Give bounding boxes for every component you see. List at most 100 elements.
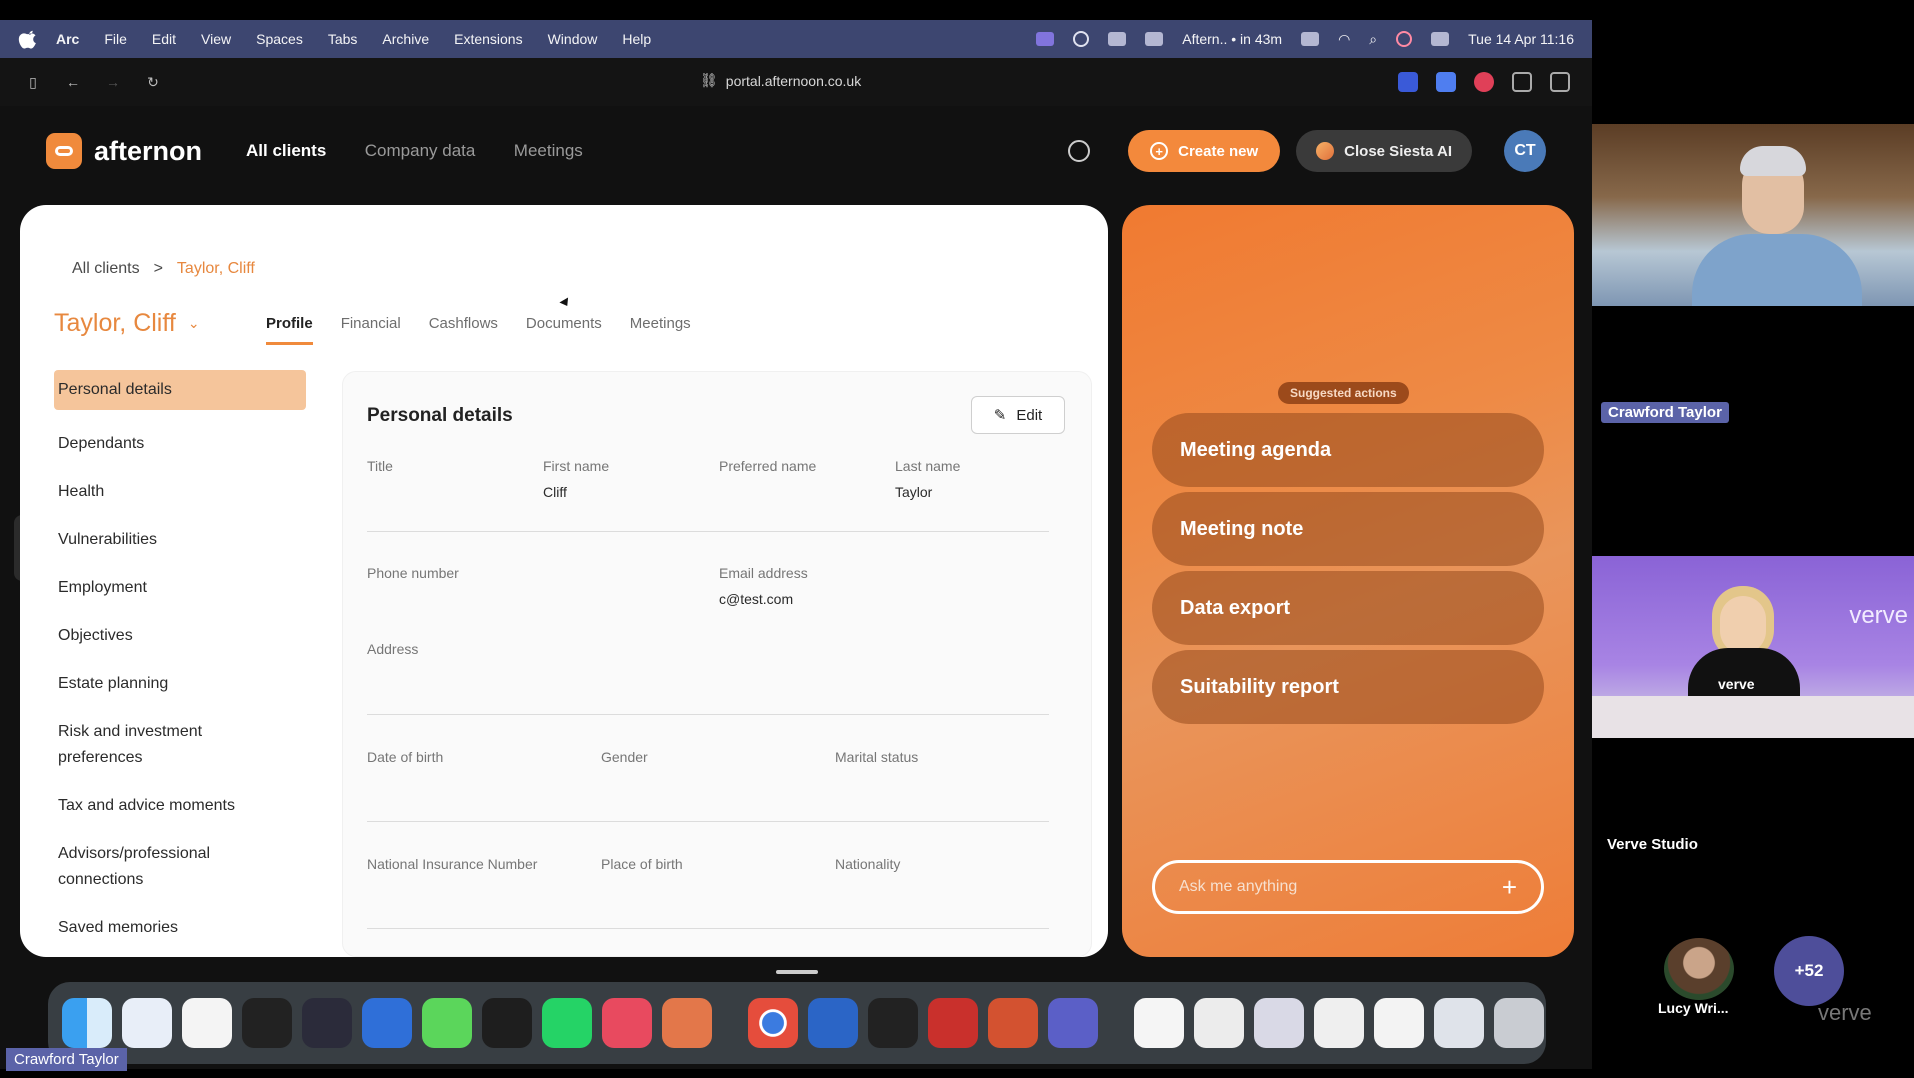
field-phone[interactable]: Phone number — [367, 565, 459, 591]
chatgpt-icon[interactable] — [868, 998, 918, 1048]
sidenav-risk-investment[interactable]: Risk and investment preferences — [54, 710, 244, 780]
word-icon[interactable] — [808, 998, 858, 1048]
menu-tabs[interactable]: Tabs — [328, 31, 358, 47]
menu-edit[interactable]: Edit — [152, 31, 176, 47]
sidenav-estate-planning[interactable]: Estate planning — [54, 662, 306, 706]
breadcrumb-all-clients[interactable]: All clients — [72, 260, 140, 278]
client-name-dropdown[interactable]: Taylor, Cliff ⌄ — [54, 309, 200, 338]
more-participants-badge[interactable]: +52 — [1774, 936, 1844, 1006]
grammarly-icon[interactable] — [1073, 31, 1090, 47]
menu-spaces[interactable]: Spaces — [256, 31, 303, 47]
recent-window-5[interactable] — [1374, 998, 1424, 1048]
trash-icon[interactable] — [1494, 998, 1544, 1048]
forward-arrow-icon[interactable]: → — [102, 71, 124, 93]
chrome-icon[interactable] — [748, 998, 798, 1048]
action-suitability-report[interactable]: Suitability report — [1152, 650, 1544, 724]
extension-list-icon[interactable] — [1512, 72, 1532, 92]
address-bar[interactable]: ⛓ portal.afternoon.co.uk — [700, 72, 861, 89]
participant-video-verve[interactable]: verve verve — [1592, 556, 1914, 738]
plus-icon[interactable]: + — [1502, 872, 1517, 903]
menu-window[interactable]: Window — [548, 31, 598, 47]
finder-icon[interactable] — [62, 998, 112, 1048]
action-meeting-note[interactable]: Meeting note — [1152, 492, 1544, 566]
field-gender[interactable]: Gender — [601, 749, 648, 775]
screen-share-icon[interactable] — [1036, 32, 1055, 46]
reload-icon[interactable]: ↻ — [142, 71, 164, 93]
back-arrow-icon[interactable]: ← — [62, 71, 84, 93]
field-title[interactable]: Title — [367, 458, 393, 484]
field-email[interactable]: Email address c@test.com — [719, 565, 808, 607]
menu-file[interactable]: File — [104, 31, 127, 47]
field-ni-number[interactable]: National Insurance Number — [367, 856, 537, 882]
field-dob[interactable]: Date of birth — [367, 749, 443, 775]
field-preferred-name[interactable]: Preferred name — [719, 458, 816, 484]
field-nationality[interactable]: Nationality — [835, 856, 900, 882]
sidenav-objectives[interactable]: Objectives — [54, 614, 306, 658]
recent-window-1[interactable] — [1134, 998, 1184, 1048]
teams-icon[interactable] — [1048, 998, 1098, 1048]
tab-profile[interactable]: Profile — [266, 315, 313, 345]
action-meeting-agenda[interactable]: Meeting agenda — [1152, 413, 1544, 487]
siri-icon[interactable] — [1396, 31, 1413, 47]
extension-blue-icon[interactable] — [1436, 72, 1456, 92]
extension-red-icon[interactable] — [1474, 72, 1494, 92]
sidenav-tax-advice[interactable]: Tax and advice moments — [54, 784, 306, 828]
figma-icon[interactable] — [482, 998, 532, 1048]
control-center-icon[interactable] — [1431, 32, 1450, 46]
layers-icon[interactable] — [242, 998, 292, 1048]
field-marital-status[interactable]: Marital status — [835, 749, 918, 775]
sidenav-employment[interactable]: Employment — [54, 566, 306, 610]
acrobat-icon[interactable] — [928, 998, 978, 1048]
apple-icon[interactable] — [18, 28, 40, 50]
powerpoint-icon[interactable] — [988, 998, 1038, 1048]
clock[interactable]: Tue 14 Apr 11:16 — [1468, 31, 1574, 47]
menu-app-name[interactable]: Arc — [56, 31, 79, 47]
field-address[interactable]: Address — [367, 641, 418, 667]
sidenav-health[interactable]: Health — [54, 470, 306, 514]
ask-input[interactable]: Ask me anything + — [1152, 860, 1544, 914]
tab-documents[interactable]: Documents — [526, 315, 602, 345]
tab-financial[interactable]: Financial — [341, 315, 401, 345]
recent-window-2[interactable] — [1194, 998, 1244, 1048]
afternoon-logo[interactable]: afternon — [46, 133, 202, 169]
menu-extensions[interactable]: Extensions — [454, 31, 522, 47]
extension-d-icon[interactable] — [1398, 72, 1418, 92]
field-first-name[interactable]: First name Cliff — [543, 458, 609, 500]
sidenav-dependants[interactable]: Dependants — [54, 422, 306, 466]
create-new-button[interactable]: + Create new — [1128, 130, 1281, 172]
menu-view[interactable]: View — [201, 31, 231, 47]
slack-icon[interactable] — [182, 998, 232, 1048]
theme-toggle-icon[interactable] — [1068, 140, 1091, 162]
edit-button[interactable]: ✎ Edit — [971, 396, 1065, 434]
window-icon[interactable] — [1108, 32, 1127, 46]
chart-icon[interactable] — [1145, 32, 1164, 46]
nav-all-clients[interactable]: All clients — [246, 141, 326, 160]
tab-cashflows[interactable]: Cashflows — [429, 315, 498, 345]
action-data-export[interactable]: Data export — [1152, 571, 1544, 645]
window-grabber[interactable] — [776, 970, 818, 974]
messages-icon[interactable] — [422, 998, 472, 1048]
nav-meetings[interactable]: Meetings — [514, 141, 583, 160]
trello-icon[interactable] — [362, 998, 412, 1048]
sidenav-advisors[interactable]: Advisors/professional connections — [54, 832, 254, 902]
menu-help[interactable]: Help — [622, 31, 651, 47]
audio-icon[interactable] — [302, 998, 352, 1048]
wifi-icon[interactable]: ◠ — [1338, 31, 1350, 48]
sidenav-personal-details[interactable]: Personal details — [54, 370, 306, 410]
split-view-icon[interactable] — [1550, 72, 1570, 92]
claude-icon[interactable] — [662, 998, 712, 1048]
search-icon[interactable]: ⌕ — [1369, 31, 1377, 48]
nav-company-data[interactable]: Company data — [365, 141, 476, 160]
participant-video-crawford[interactable] — [1592, 124, 1914, 306]
tab-meetings[interactable]: Meetings — [630, 315, 691, 345]
downloads-icon[interactable] — [1434, 998, 1484, 1048]
menu-archive[interactable]: Archive — [382, 31, 429, 47]
app-store-icon[interactable] — [122, 998, 172, 1048]
user-avatar[interactable]: CT — [1504, 130, 1546, 172]
sidenav-vulnerabilities[interactable]: Vulnerabilities — [54, 518, 306, 562]
whatsapp-icon[interactable] — [542, 998, 592, 1048]
creative-cloud-icon[interactable] — [602, 998, 652, 1048]
recent-window-4[interactable] — [1314, 998, 1364, 1048]
calendar-event[interactable]: Aftern.. • in 43m — [1182, 31, 1282, 47]
field-last-name[interactable]: Last name Taylor — [895, 458, 960, 500]
